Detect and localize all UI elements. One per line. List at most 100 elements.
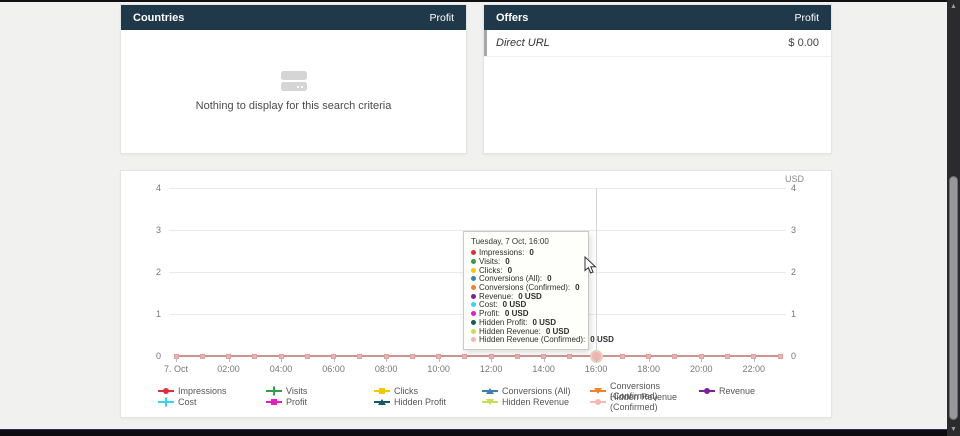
scrollbar-thumb[interactable]: [949, 176, 958, 420]
x-axis-tick: [386, 358, 387, 362]
tooltip-title: Tuesday, 7 Oct, 16:00: [471, 237, 581, 246]
scrollbar-down-arrow-icon[interactable]: ▼: [947, 424, 960, 435]
x-axis-tick: [649, 358, 650, 362]
x-axis-tick: [334, 358, 335, 362]
offers-panel: Offers Profit Direct URL $ 0.00: [483, 4, 832, 154]
series-line: [176, 355, 780, 357]
data-point[interactable]: [778, 354, 783, 359]
legend-marker-icon: [158, 397, 174, 406]
data-point[interactable]: [620, 354, 625, 359]
legend-item-impressions[interactable]: Impressions: [158, 385, 266, 396]
window-top-edge: [0, 0, 960, 2]
tooltip-bullet-icon: [471, 250, 476, 255]
x-axis-tick: [754, 358, 755, 362]
offers-list-scrollbar-thumb[interactable]: [484, 30, 487, 56]
scrollbar-up-arrow-icon[interactable]: ▲: [947, 1, 960, 12]
tooltip-bullet-icon: [471, 320, 476, 325]
legend-item-hidden-profit[interactable]: Hidden Profit: [374, 396, 482, 407]
legend-label: Cost: [178, 397, 197, 407]
data-point[interactable]: [200, 354, 205, 359]
countries-panel-title: Countries: [133, 12, 184, 24]
tooltip-row-conversions-confirmed: Conversions (Confirmed):0: [471, 283, 581, 292]
tooltip-row-hidden-revenue-confirmed: Hidden Revenue (Confirmed):0 USD: [471, 335, 581, 344]
countries-profit-column-header[interactable]: Profit: [429, 12, 454, 24]
tooltip-bullet-icon: [471, 311, 476, 316]
offer-row-direct-url[interactable]: Direct URL $ 0.00: [484, 30, 831, 57]
legend-label: Hidden Profit: [394, 397, 446, 407]
countries-panel: Countries Profit Nothing to display for …: [120, 4, 467, 154]
legend-marker-icon: [266, 397, 282, 406]
legend-item-revenue[interactable]: Revenue: [699, 385, 755, 396]
legend-item-profit[interactable]: Profit: [266, 396, 374, 407]
chart-tooltip: Tuesday, 7 Oct, 16:00 Impressions:0Visit…: [463, 231, 589, 350]
tooltip-row-profit: Profit:0 USD: [471, 309, 581, 318]
legend-label: Visits: [286, 386, 307, 396]
tooltip-row-conversions-all: Conversions (All):0: [471, 275, 581, 284]
empty-state-text: Nothing to display for this search crite…: [196, 100, 392, 112]
tooltip-bullet-icon: [471, 294, 476, 299]
legend-label: Hidden Revenue (Confirmed): [610, 392, 699, 412]
x-axis-label: 04:00: [270, 364, 293, 374]
x-axis-label: 12:00: [480, 364, 503, 374]
tooltip-row-hidden-revenue: Hidden Revenue:0 USD: [471, 327, 581, 336]
data-point[interactable]: [252, 354, 257, 359]
legend-marker-icon: [158, 386, 174, 395]
offers-panel-title: Offers: [496, 12, 528, 24]
y-axis-label-right: 1: [791, 309, 821, 319]
x-axis-label: 14:00: [532, 364, 555, 374]
x-axis-tick: [439, 358, 440, 362]
y-axis-unit-label: USD: [785, 174, 804, 184]
x-axis-tick: [544, 358, 545, 362]
legend-item-visits[interactable]: Visits: [266, 385, 374, 396]
legend-item-clicks[interactable]: Clicks: [374, 385, 482, 396]
legend-marker-icon: [482, 397, 498, 406]
offers-profit-column-header[interactable]: Profit: [794, 12, 819, 24]
x-axis-label: 18:00: [637, 364, 660, 374]
window-bottom-edge: [0, 429, 960, 436]
tooltip-bullet-icon: [471, 337, 476, 342]
legend-label: Conversions (All): [502, 386, 571, 396]
x-axis-label: 20:00: [690, 364, 713, 374]
data-point[interactable]: [567, 354, 572, 359]
y-axis-label-left: 2: [121, 267, 161, 277]
x-axis-label: 22:00: [742, 364, 765, 374]
legend-item-hidden-revenue[interactable]: Hidden Revenue: [482, 396, 590, 407]
y-axis-label-left: 0: [121, 351, 161, 361]
x-axis-label: 16:00: [585, 364, 608, 374]
legend-label: Impressions: [178, 386, 227, 396]
browser-scrollbar[interactable]: ▲ ▼: [947, 0, 960, 436]
tooltip-bullet-icon: [471, 285, 476, 290]
legend-item-conversions-all[interactable]: Conversions (All): [482, 385, 590, 396]
x-axis-tick: [701, 358, 702, 362]
legend-label: Profit: [286, 397, 307, 407]
countries-panel-body: Nothing to display for this search crite…: [121, 30, 466, 153]
y-axis-label-right: 3: [791, 225, 821, 235]
legend-label: Hidden Revenue: [502, 397, 569, 407]
x-axis-label: 10:00: [427, 364, 450, 374]
legend-marker-icon: [374, 386, 390, 395]
offer-name: Direct URL: [496, 37, 550, 49]
data-point[interactable]: [357, 354, 362, 359]
tooltip-row-visits: Visits:0: [471, 257, 581, 266]
chart-panel: 44332211007. Oct02:0004:0006:0008:0010:0…: [120, 170, 832, 418]
tooltip-bullet-icon: [471, 259, 476, 264]
data-point[interactable]: [305, 354, 310, 359]
legend-item-hidden-revenue-confirmed[interactable]: Hidden Revenue (Confirmed): [590, 396, 699, 407]
data-point[interactable]: [515, 354, 520, 359]
y-axis-label-right: 2: [791, 267, 821, 277]
data-point[interactable]: [410, 354, 415, 359]
tooltip-items: Impressions:0Visits:0Clicks:0Conversions…: [471, 249, 581, 345]
tooltip-row-impressions: Impressions:0: [471, 249, 581, 258]
empty-state-icon: [281, 71, 307, 91]
chart-legend: Impressions Visits Clicks Conversions (All)…: [158, 385, 755, 407]
tooltip-row-clicks: Clicks:0: [471, 266, 581, 275]
legend-marker-icon: [590, 397, 606, 406]
x-axis-label: 7. Oct: [164, 364, 188, 374]
data-point[interactable]: [462, 354, 467, 359]
data-point[interactable]: [725, 354, 730, 359]
data-point[interactable]: [672, 354, 677, 359]
x-axis-tick: [281, 358, 282, 362]
offers-panel-header: Offers Profit: [484, 5, 831, 30]
x-axis-tick: [596, 358, 597, 362]
legend-item-cost[interactable]: Cost: [158, 396, 266, 407]
